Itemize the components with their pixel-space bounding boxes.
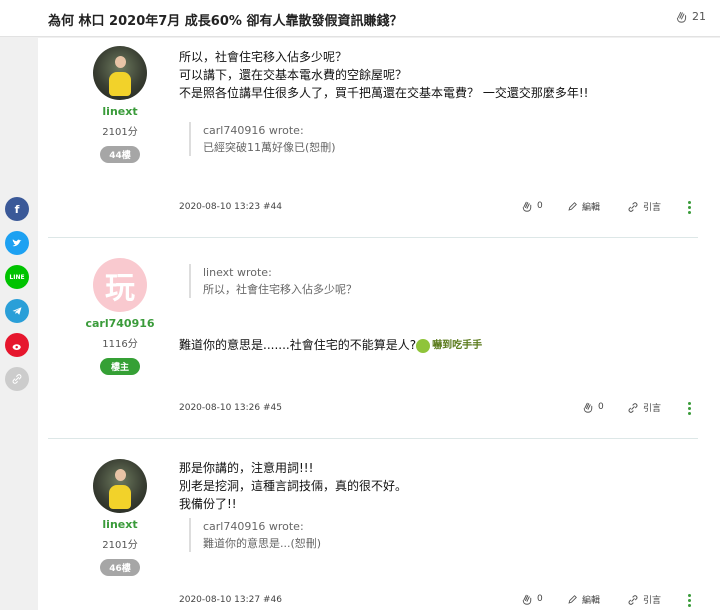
more-options-icon[interactable] bbox=[688, 201, 692, 214]
post-text: 別老是挖洞，這種言詞技倆，真的很不好。 bbox=[179, 479, 408, 493]
more-options-icon[interactable] bbox=[688, 594, 692, 607]
edit-button[interactable]: 編輯 bbox=[567, 593, 600, 606]
facebook-icon[interactable]: f bbox=[5, 197, 29, 221]
clap-icon bbox=[522, 594, 532, 605]
share-bar: f LINE bbox=[5, 197, 29, 401]
quote-button[interactable]: 引言 bbox=[627, 401, 661, 414]
line-glyph: LINE bbox=[9, 273, 25, 281]
author-name[interactable]: carl740916 bbox=[70, 317, 170, 330]
telegram-plane-icon bbox=[12, 307, 22, 315]
quote-header[interactable]: carl740916 wrote: bbox=[203, 122, 689, 139]
post-author: 玩 carl740916 1116分 樓主 bbox=[70, 258, 170, 375]
author-points: 2101分 bbox=[102, 540, 138, 551]
quote-link-icon bbox=[628, 402, 638, 413]
twitter-icon[interactable] bbox=[5, 231, 29, 255]
pencil-icon bbox=[568, 202, 577, 211]
clap-icon bbox=[583, 402, 593, 413]
weibo-icon[interactable] bbox=[5, 333, 29, 357]
post-footer: 2020-08-10 13:27 #46 0 編輯 引言 bbox=[179, 593, 692, 609]
thread-header: 為何 林口 2020年7月 成長60% 卻有人靠散發假資訊賺錢？ 21 bbox=[0, 0, 720, 37]
quote-text: 已經突破11萬好像已(恕刪) bbox=[203, 141, 336, 154]
post-text: 難道你的意思是.......社會住宅的不能算是人? 嚇到吃手手 bbox=[179, 336, 689, 355]
post-author: linext 2101分 46樓 bbox=[70, 459, 170, 576]
clap-button[interactable]: 0 bbox=[582, 401, 604, 413]
weibo-eye-icon bbox=[12, 343, 21, 350]
edit-label: 編輯 bbox=[582, 203, 601, 213]
clap-button[interactable]: 0 bbox=[521, 593, 543, 605]
avatar[interactable]: 玩 bbox=[93, 258, 147, 312]
post-meta: 2020-08-10 13:27 #46 bbox=[179, 595, 282, 605]
thread-like-button[interactable]: 21 bbox=[675, 10, 706, 23]
clap-count: 0 bbox=[598, 402, 604, 412]
link-icon[interactable] bbox=[5, 367, 29, 391]
thread-like-count: 21 bbox=[692, 10, 706, 23]
post-content: linext wrote: 所以，社會住宅移入佔多少呢？ 難道你的意思是....… bbox=[179, 264, 689, 355]
twitter-bird-icon bbox=[12, 239, 22, 247]
author-points: 1116分 bbox=[102, 339, 138, 350]
quote-block: carl740916 wrote: 已經突破11萬好像已(恕刪) bbox=[189, 122, 689, 156]
shocked-face-icon bbox=[416, 338, 431, 353]
clap-count: 0 bbox=[537, 594, 543, 604]
edit-label: 編輯 bbox=[582, 596, 601, 606]
post-text: 可以講下，還在交基本電水費的空餘屋呢？ bbox=[179, 68, 408, 82]
owner-badge: 樓主 bbox=[100, 358, 140, 375]
sticker-label: 嚇到吃手手 bbox=[432, 339, 483, 351]
post-content: 那是你講的，注意用詞!!! 別老是挖洞，這種言詞技倆，真的很不好。 我備份了!!… bbox=[179, 459, 689, 552]
sticker: 嚇到吃手手 bbox=[416, 337, 482, 355]
post-meta: 2020-08-10 13:26 #45 bbox=[179, 403, 282, 413]
quote-block: carl740916 wrote: 難道你的意思是...(恕刪) bbox=[189, 518, 689, 552]
clap-button[interactable]: 0 bbox=[521, 200, 543, 212]
more-options-icon[interactable] bbox=[688, 402, 692, 415]
quote-button[interactable]: 引言 bbox=[627, 200, 661, 213]
avatar[interactable] bbox=[93, 459, 147, 513]
post-author: linext 2101分 44樓 bbox=[70, 46, 170, 163]
post-45: 玩 carl740916 1116分 樓主 linext wrote: 所以，社… bbox=[48, 237, 698, 437]
author-name[interactable]: linext bbox=[70, 518, 170, 531]
floor-badge: 46樓 bbox=[100, 559, 140, 576]
post-44: linext 2101分 44樓 所以，社會住宅移入佔多少呢？ 可以講下，還在交… bbox=[48, 38, 698, 236]
post-46: linext 2101分 46樓 那是你講的，注意用詞!!! 別老是挖洞，這種言… bbox=[48, 438, 698, 610]
post-content: 所以，社會住宅移入佔多少呢？ 可以講下，還在交基本電水費的空餘屋呢？ 不是照各位… bbox=[179, 48, 689, 156]
thread-title: 為何 林口 2020年7月 成長60% 卻有人靠散發假資訊賺錢？ bbox=[48, 14, 403, 29]
quote-header[interactable]: linext wrote: bbox=[203, 264, 689, 281]
quote-link-icon bbox=[628, 594, 638, 605]
post-text: 所以，社會住宅移入佔多少呢？ bbox=[179, 50, 348, 64]
floor-badge: 44樓 bbox=[100, 146, 140, 163]
chain-link-icon bbox=[12, 374, 22, 384]
pencil-icon bbox=[568, 595, 577, 604]
post-footer: 2020-08-10 13:26 #45 0 引言 bbox=[179, 401, 692, 417]
post-text: 那是你講的，注意用詞!!! bbox=[179, 461, 314, 475]
post-text: 我備份了!! bbox=[179, 497, 237, 511]
post-text-span: 難道你的意思是.......社會住宅的不能算是人? bbox=[179, 338, 417, 352]
post-footer: 2020-08-10 13:23 #44 0 編輯 引言 bbox=[179, 200, 692, 216]
avatar[interactable] bbox=[93, 46, 147, 100]
clap-icon bbox=[522, 201, 532, 212]
post-text: 不是照各位講早住很多人了，買千把萬還在交基本電費？ 一交還交那麼多年!! bbox=[179, 86, 589, 100]
quote-text: 難道你的意思是...(恕刪) bbox=[203, 537, 322, 550]
edit-button[interactable]: 編輯 bbox=[567, 200, 600, 213]
post-list: linext 2101分 44樓 所以，社會住宅移入佔多少呢？ 可以講下，還在交… bbox=[38, 38, 720, 610]
line-icon[interactable]: LINE bbox=[5, 265, 29, 289]
clap-icon bbox=[676, 11, 687, 23]
quote-label: 引言 bbox=[643, 203, 662, 213]
quote-link-icon bbox=[628, 201, 638, 212]
author-name[interactable]: linext bbox=[70, 105, 170, 118]
quote-label: 引言 bbox=[643, 596, 662, 606]
clap-count: 0 bbox=[537, 201, 543, 211]
quote-block: linext wrote: 所以，社會住宅移入佔多少呢？ bbox=[189, 264, 689, 298]
telegram-icon[interactable] bbox=[5, 299, 29, 323]
quote-label: 引言 bbox=[643, 404, 662, 414]
facebook-glyph: f bbox=[14, 202, 20, 216]
quote-header[interactable]: carl740916 wrote: bbox=[203, 518, 689, 535]
author-points: 2101分 bbox=[102, 127, 138, 138]
post-meta: 2020-08-10 13:23 #44 bbox=[179, 202, 282, 212]
quote-text: 所以，社會住宅移入佔多少呢？ bbox=[203, 283, 357, 296]
quote-button[interactable]: 引言 bbox=[627, 593, 661, 606]
